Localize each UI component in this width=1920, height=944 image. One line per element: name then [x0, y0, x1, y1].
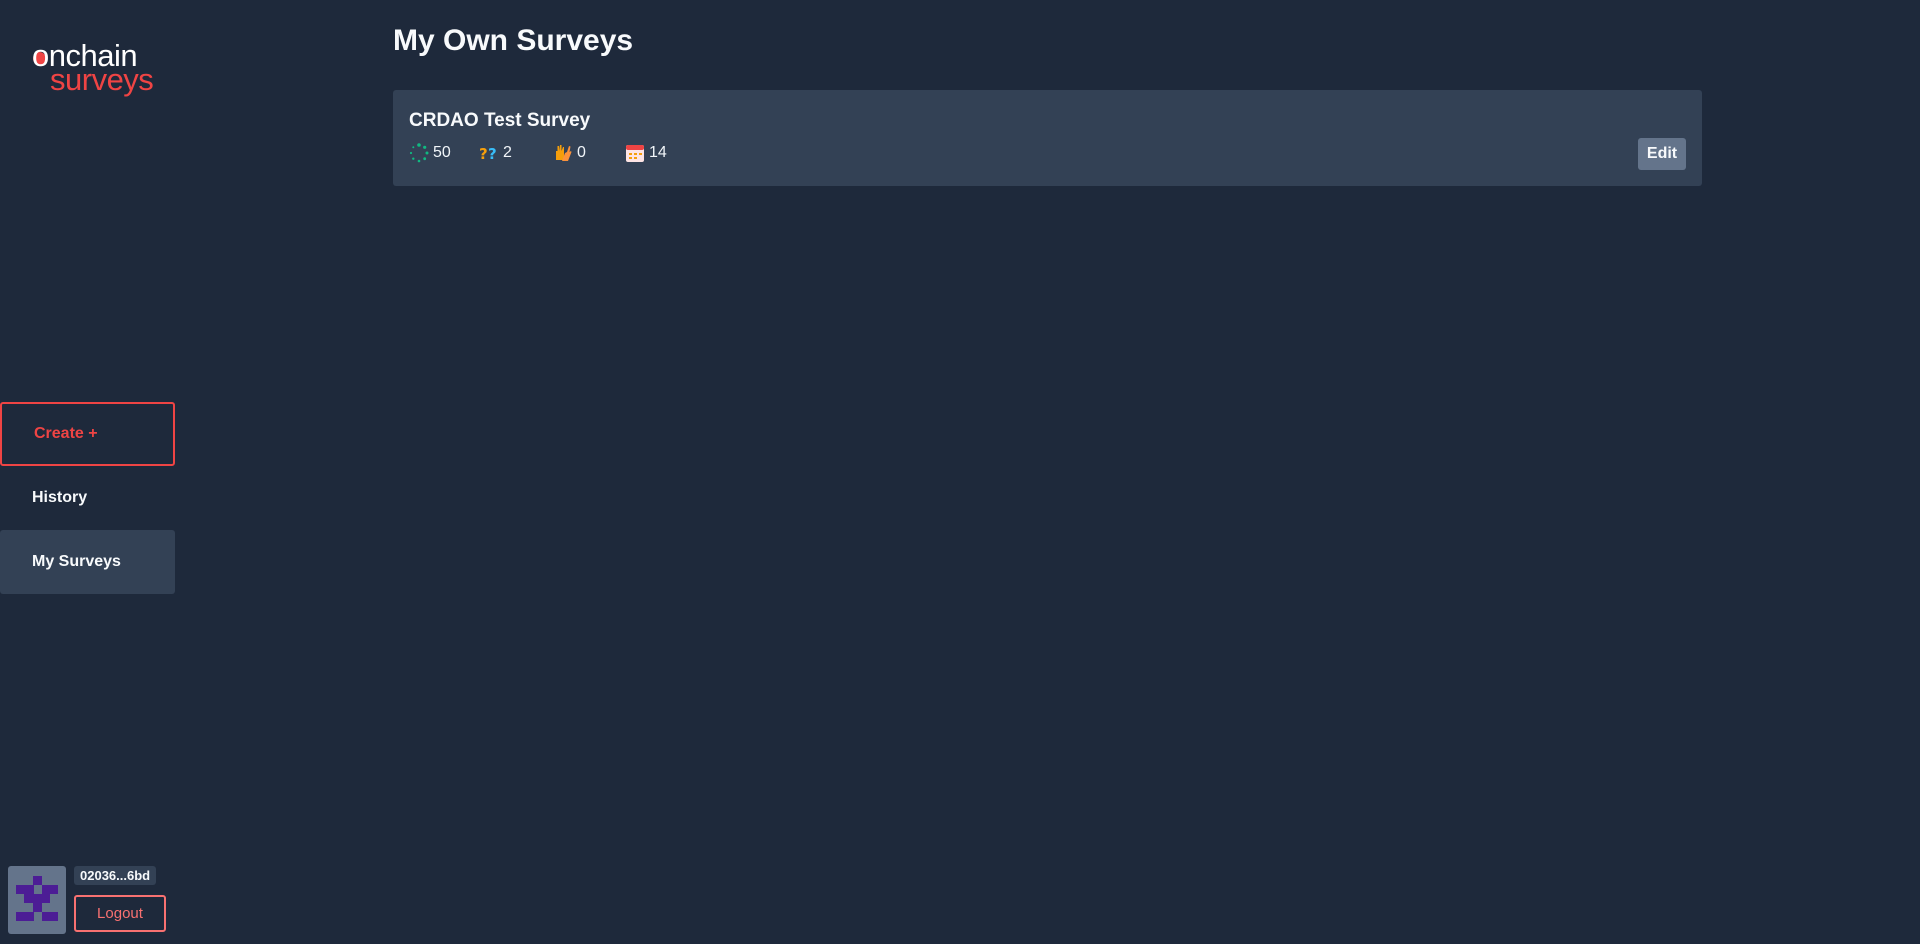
- svg-text:?: ?: [479, 145, 488, 163]
- sidebar-item-history[interactable]: History: [0, 466, 175, 530]
- stat-value: 2: [503, 144, 512, 161]
- edit-button-label: Edit: [1646, 145, 1678, 162]
- sidebar-item-label: My Surveys: [32, 553, 121, 570]
- survey-card[interactable]: CRDAO Test Survey 50 ? ? 2 0 14 Edit: [393, 90, 1702, 186]
- identicon-avatar[interactable]: [8, 866, 66, 934]
- create-button[interactable]: Create +: [0, 402, 175, 466]
- survey-title: CRDAO Test Survey: [409, 110, 591, 131]
- stat-responses: 50: [409, 142, 451, 164]
- create-button-label: Create +: [34, 425, 98, 442]
- raised-hands-icon: [553, 143, 573, 163]
- question-marks-icon: ? ?: [479, 143, 499, 163]
- stat-participants: 0: [553, 142, 586, 164]
- stat-days: 14: [625, 142, 667, 164]
- sidebar-item-my-surveys[interactable]: My Surveys: [0, 530, 175, 594]
- edit-survey-button[interactable]: Edit: [1638, 138, 1686, 170]
- stat-value: 0: [577, 144, 586, 161]
- sidebar-item-label: History: [32, 489, 88, 506]
- logout-button[interactable]: Logout: [74, 895, 166, 932]
- page-title: My Own Surveys: [393, 24, 634, 57]
- loading-spinner-icon: [409, 143, 429, 163]
- onchain-surveys-logo[interactable]: onchain surveys: [32, 40, 154, 97]
- stat-questions: ? ? 2: [479, 142, 512, 164]
- svg-text:?: ?: [488, 145, 497, 163]
- sidebar: onchain surveys Create + History My Surv…: [0, 0, 175, 944]
- calendar-icon: [625, 143, 645, 163]
- logo-text-surveys: surveys: [50, 62, 154, 97]
- stat-value: 50: [433, 144, 451, 161]
- logout-button-label: Logout: [97, 905, 143, 922]
- stat-value: 14: [649, 144, 667, 161]
- wallet-address: 02036...6bd: [74, 866, 157, 885]
